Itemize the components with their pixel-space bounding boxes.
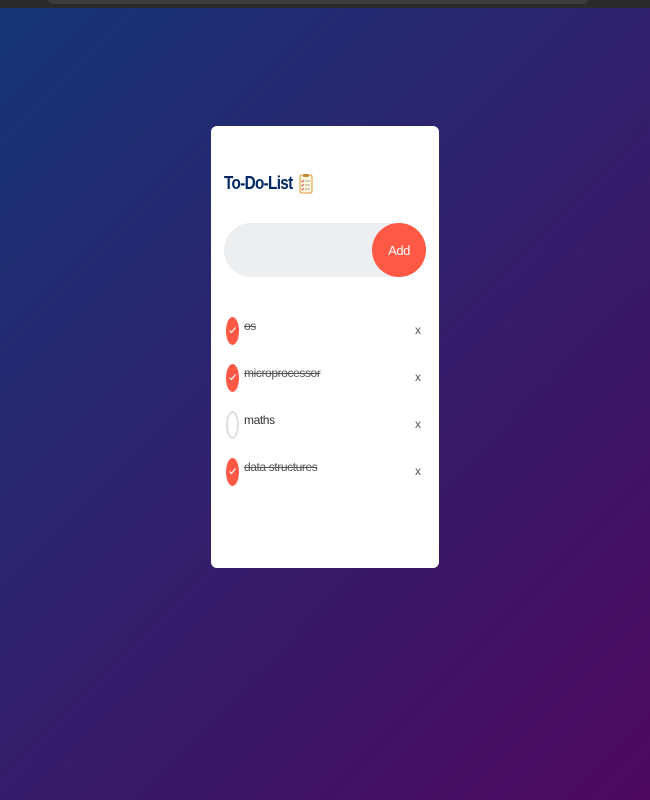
checklist-icon <box>299 173 313 194</box>
checked-circle-icon[interactable] <box>226 458 239 486</box>
checked-circle-icon[interactable] <box>226 364 239 392</box>
delete-task-button[interactable]: x <box>412 322 424 338</box>
task-list: os x microprocessor x maths x data struc… <box>211 310 439 498</box>
todo-card: To-Do-List Add os x microprocessor x mat… <box>211 126 439 568</box>
unchecked-circle-icon[interactable] <box>226 411 239 439</box>
title-row: To-Do-List <box>224 173 313 194</box>
checked-circle-icon[interactable] <box>226 317 239 345</box>
task-item[interactable]: data structures x <box>211 451 439 498</box>
app-title: To-Do-List <box>224 173 293 193</box>
delete-task-button[interactable]: x <box>412 463 424 479</box>
task-label: maths <box>244 413 275 427</box>
add-button[interactable]: Add <box>372 223 426 277</box>
task-input-row: Add <box>224 223 426 277</box>
browser-top-strip <box>0 0 650 8</box>
task-input[interactable] <box>224 223 374 277</box>
delete-task-button[interactable]: x <box>412 416 424 432</box>
task-label: os <box>244 319 256 333</box>
delete-task-button[interactable]: x <box>412 369 424 385</box>
browser-tab-bar <box>48 0 588 4</box>
task-item[interactable]: maths x <box>211 404 439 451</box>
task-item[interactable]: os x <box>211 310 439 357</box>
task-item[interactable]: microprocessor x <box>211 357 439 404</box>
task-label: microprocessor <box>244 366 321 380</box>
task-label: data structures <box>244 460 318 474</box>
